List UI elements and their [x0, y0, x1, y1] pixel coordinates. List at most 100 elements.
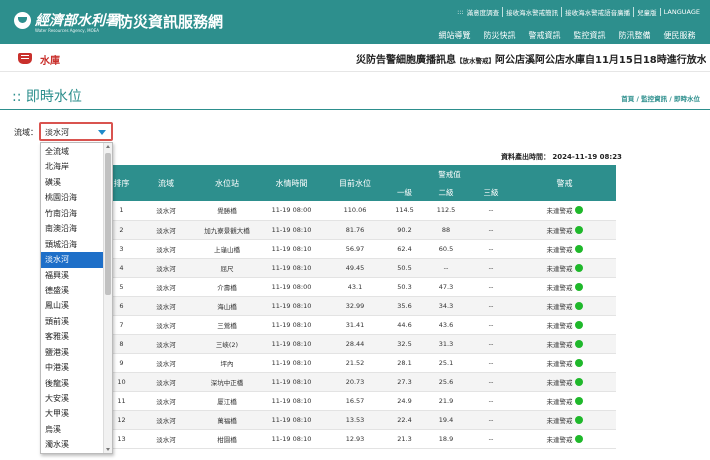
language-link[interactable]: LANGUAGE: [659, 8, 700, 16]
nav-flood-prep[interactable]: 防汛整備: [612, 30, 657, 41]
basin-option[interactable]: 磺溪: [41, 175, 104, 190]
cell-alert: 未達警戒: [513, 429, 616, 449]
cell-alert: 未達警戒: [513, 353, 616, 373]
basin-option[interactable]: 烏溪: [41, 422, 104, 437]
header-time[interactable]: 水情時間: [259, 165, 324, 201]
nav-flash-news[interactable]: 防災快訊: [477, 30, 522, 41]
cell-station[interactable]: 厦江橋: [195, 391, 259, 411]
table-row: 3 淡水河 上龜山橋 11-19 08:10 56.97 62.4 60.5 -- 未達警戒: [106, 239, 616, 259]
basin-option[interactable]: 頭城沿海: [41, 237, 104, 252]
chevron-down-icon[interactable]: [98, 130, 106, 135]
cell-warn1: 21.3: [386, 429, 423, 449]
cell-station[interactable]: 覺勝橋: [195, 201, 259, 221]
top-links: ::: 滿意度調查 接收海水警戒簡訊 接收海水警戒語音廣播 兒童版 LANGUA…: [457, 7, 700, 17]
basin-option[interactable]: 大甲溪: [41, 406, 104, 421]
basin-option[interactable]: 竹南沿海: [41, 206, 104, 221]
basin-option[interactable]: 桃園沿海: [41, 190, 104, 205]
status-badge: 未達警戒: [547, 434, 583, 444]
basin-option[interactable]: 鹽港溪: [41, 345, 104, 360]
basin-option[interactable]: 德盛溪: [41, 283, 104, 298]
table-row: 12 淡水河 萬福橋 11-19 08:10 13.53 22.4 19.4 -- 未達警戒: [106, 410, 616, 430]
basin-option[interactable]: 後龍溪: [41, 376, 104, 391]
cell-basin: 淡水河: [137, 296, 195, 316]
basin-option[interactable]: 濁水溪: [41, 437, 104, 452]
cell-warn2: --: [423, 258, 469, 278]
header-alert[interactable]: 警戒: [513, 165, 616, 201]
cell-station[interactable]: 萬福橋: [195, 410, 259, 430]
cell-station[interactable]: 柑園橋: [195, 429, 259, 449]
status-badge: 未達警戒: [547, 377, 583, 387]
cell-warn1: 22.4: [386, 410, 423, 430]
status-text: 未達警戒: [546, 416, 573, 425]
cell-time: 11-19 08:00: [259, 201, 324, 221]
page-title: :: 即時水位: [12, 89, 82, 105]
basin-option[interactable]: 全流域: [41, 144, 104, 159]
header-warn3[interactable]: 三級: [469, 183, 513, 201]
status-dot-icon: [574, 244, 583, 253]
cell-warn1: 114.5: [386, 201, 423, 221]
cell-warn2: 18.9: [423, 429, 469, 449]
org-name[interactable]: 經濟部水利署: [35, 10, 119, 30]
basin-dropdown-list[interactable]: 全流域 北海岸 磺溪 桃園沿海 竹南沿海 南澳沿海 頭城沿海 淡水河 福興溪 德盛溪 鳳山溪 頭前溪客…: [40, 142, 113, 454]
cell-basin: 淡水河: [137, 201, 195, 221]
cell-time: 11-19 08:10: [259, 258, 324, 278]
cell-station[interactable]: 介壽橋: [195, 277, 259, 297]
cell-level: 21.52: [324, 353, 386, 373]
cell-station[interactable]: 深坑中正橋: [195, 372, 259, 392]
wra-logo-icon[interactable]: [14, 12, 31, 29]
marquee-title: 災防告警細胞廣播訊息: [356, 55, 456, 66]
kids-link[interactable]: 兒童版: [633, 7, 657, 17]
site-title[interactable]: 防災資訊服務網: [118, 11, 223, 32]
cell-station[interactable]: 三峽(2): [195, 334, 259, 354]
cell-station[interactable]: 海山橋: [195, 296, 259, 316]
cell-station[interactable]: 坪內: [195, 353, 259, 373]
basin-option[interactable]: 淡水河: [41, 252, 104, 268]
status-dot-icon: [574, 320, 583, 329]
basin-option[interactable]: 鳳山溪: [41, 298, 104, 313]
basin-option[interactable]: 頭前溪: [41, 314, 104, 329]
cell-warn1: 28.1: [386, 353, 423, 373]
dropdown-scrollbar[interactable]: [103, 143, 112, 453]
scroll-down-icon[interactable]: [106, 448, 110, 451]
status-text: 未達警戒: [546, 302, 573, 311]
basin-option[interactable]: 南澳沿海: [41, 221, 104, 236]
basin-select[interactable]: 淡水河: [39, 122, 113, 141]
cell-warn2: 25.6: [423, 372, 469, 392]
cell-station[interactable]: 屈尺: [195, 258, 259, 278]
header-level[interactable]: 目前水位: [324, 165, 386, 201]
table-row: 2 淡水河 加九寮景觀大橋 11-19 08:10 81.76 90.2 88 -- 未達警戒: [106, 220, 616, 240]
voice-alert-link[interactable]: 接收海水警戒語音廣播: [561, 7, 630, 17]
cell-alert: 未達警戒: [513, 277, 616, 297]
cell-alert: 未達警戒: [513, 258, 616, 278]
nav-alert-info[interactable]: 警戒資訊: [522, 30, 567, 41]
breadcrumb[interactable]: 首頁 / 監控資訊 / 即時水位: [621, 93, 700, 103]
nav-sitemap[interactable]: 網站導覽: [432, 30, 477, 41]
table-row: 7 淡水河 三鶯橋 11-19 08:10 31.41 44.6 43.6 -- 未達警戒: [106, 315, 616, 335]
cell-warn3: --: [469, 410, 513, 430]
header-warn1[interactable]: 一級: [386, 183, 423, 201]
header-station[interactable]: 水位站: [195, 165, 259, 201]
cell-level: 49.45: [324, 258, 386, 278]
survey-link[interactable]: 滿意度調查: [467, 7, 500, 17]
nav-public-service[interactable]: 便民服務: [657, 30, 702, 41]
header-warn2[interactable]: 二級: [423, 183, 469, 201]
cell-station[interactable]: 上龜山橋: [195, 239, 259, 259]
basin-option[interactable]: 中港溪: [41, 360, 104, 375]
header-basin[interactable]: 流域: [137, 165, 195, 201]
cell-basin: 淡水河: [137, 429, 195, 449]
scrollbar-thumb[interactable]: [105, 153, 111, 295]
reservoir-label[interactable]: 水庫: [40, 52, 60, 67]
nav-monitor-info[interactable]: 監控資訊: [567, 30, 612, 41]
basin-option[interactable]: 客雅溪: [41, 329, 104, 344]
basin-option[interactable]: 福興溪: [41, 268, 104, 283]
scroll-up-icon[interactable]: [106, 145, 110, 148]
sms-alert-link[interactable]: 接收海水警戒簡訊: [502, 7, 558, 17]
basin-option[interactable]: 大安溪: [41, 391, 104, 406]
cell-station[interactable]: 加九寮景觀大橋: [195, 220, 259, 240]
alert-marquee[interactable]: 災防告警細胞廣播訊息【放水警戒】阿公店溪阿公店水庫自11月15日18時進行放水，…: [356, 51, 706, 66]
status-text: 未達警戒: [546, 397, 573, 406]
cell-basin: 淡水河: [137, 277, 195, 297]
basin-option[interactable]: 北海岸: [41, 159, 104, 174]
cell-alert: 未達警戒: [513, 201, 616, 221]
cell-station[interactable]: 三鶯橋: [195, 315, 259, 335]
